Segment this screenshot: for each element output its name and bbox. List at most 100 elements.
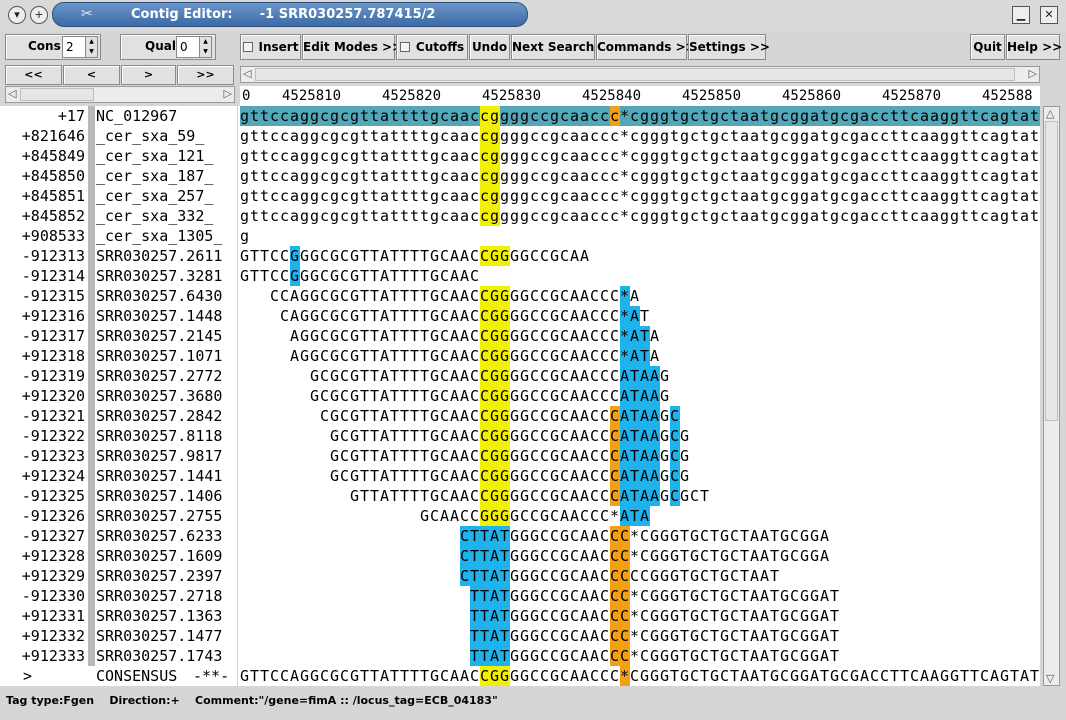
read-sequence[interactable]: GTTATTTTGCAACCGGGGCCGCAACCCATAAGCGCT [240,486,710,506]
cutoffs-toggle[interactable]: Cutoffs [396,34,468,60]
read-name[interactable]: _cer_sxa_332_ [96,206,213,226]
read-name-row[interactable]: +845849 _cer_sxa_121_ [0,146,237,166]
read-sequence[interactable]: T T A T G G G C C G C A A C C C * C G G G T G C T G C T A A T G C G G A T [240,586,840,606]
read-sequence[interactable]: A G G C G C G T T A T T T T G C A A C C G G G G C C G C A A C C C * A T A [240,326,660,346]
menu-icon[interactable]: ▾ [8,6,26,24]
read-sequence-row[interactable]: GCGTTATTTTGCAACCGGGGCCGCAACCCATAAGCG [238,426,1040,446]
read-name[interactable]: _cer_sxa_257_ [96,186,213,206]
reference-sequence-row[interactable]: g t t c c a g g c g c g t t a t t t t g c a a c c g g g g c c g c a a c c c * c… [238,106,1040,126]
commands-button[interactable]: Commands >> [596,34,696,60]
read-name-row[interactable]: +912320 SRR030257.3680 [0,386,237,406]
read-name-row[interactable]: +908533 _cer_sxa_1305_ [0,226,237,246]
read-sequence-row[interactable]: GTTATTTTGCAACCGGGGCCGCAACCCATAAGCGCT [238,486,1040,506]
horizontal-scroll-thumb[interactable] [255,68,1015,81]
read-sequence[interactable]: C T T A T G G G C C G C A A C C C * C G G G T G C T G C T A A T G C G G A [240,546,830,566]
read-name[interactable]: SRR030257.3680 [96,386,222,406]
read-name-row[interactable]: -912323 SRR030257.9817 [0,446,237,466]
read-sequence[interactable]: CTTATGGGCCGCAACCCCCGGGTGCTGCTAAT [240,566,780,586]
horizontal-scrollbar[interactable]: ◁ ▷ [240,66,1040,83]
read-name-row[interactable]: -912315 SRR030257.6430 [0,286,237,306]
read-sequence-row[interactable]: GCGCGTTATTTTGCAACCGGGGCCGCAACCCATAAG [238,386,1040,406]
panel-resize-handle[interactable] [1040,66,1060,83]
read-name-row[interactable]: +912316 SRR030257.1448 [0,306,237,326]
cons-stepper[interactable]: 2 ▲ ▼ [62,36,98,58]
read-sequence-row[interactable]: T T A T G G G C C G C A A C C C * C G G G T G C T G C T A A T G C G G A T [238,606,1040,626]
read-name[interactable]: NC_012967 [96,106,177,126]
read-sequence[interactable]: GTTCCGGGCGCGTTATTTTGCAAC [240,266,480,286]
read-name-row[interactable]: +845852 _cer_sxa_332_ [0,206,237,226]
first-button[interactable]: << [5,65,62,85]
settings-button[interactable]: Settings >> [688,34,770,60]
read-sequence-row[interactable]: GCGTTATTTTGCAACCGGGGCCGCAACCCATAAGCG [238,446,1040,466]
read-sequence-row[interactable]: C T T A T G G G C C G C A A C C C * C G G G T G C T G C T A A T G C G G A [238,546,1040,566]
read-name-row[interactable]: +912331 SRR030257.1363 [0,606,237,626]
scroll-down-icon[interactable]: ▽ [1046,672,1054,685]
read-sequence[interactable]: T T A T G G G C C G C A A C C C * C G G G T G C T G C T A A T G C G G A T [240,646,840,666]
read-name[interactable]: SRR030257.1406 [96,486,222,506]
read-sequence[interactable]: g t t c c a g g c g c g t t a t t t t g c a a c c g g g g c c g c a a c c c * c… [240,106,1040,126]
read-name-row[interactable]: -912330 SRR030257.2718 [0,586,237,606]
read-name[interactable]: SRR030257.2772 [96,366,222,386]
read-name-row[interactable]: +17 NC_012967 [0,106,237,126]
read-sequence-row[interactable]: GCGTTATTTTGCAACCGGGGCCGCAACCCATAAGCG [238,466,1040,486]
read-sequence[interactable]: GCGTTATTTTGCAACCGGGGCCGCAACCCATAAGCG [240,426,690,446]
read-name[interactable]: SRR030257.9817 [96,446,222,466]
read-name[interactable]: SRR030257.2397 [96,566,222,586]
read-name[interactable]: _cer_sxa_121_ [96,146,213,166]
read-sequence[interactable]: g t t c c a g g c g c g t t a t t t t g c a a c c g g g g c c g c a a c c c * c… [240,186,1040,206]
stepper-arrows-icon[interactable]: ▲ ▼ [85,37,97,57]
read-sequence-row[interactable]: GTTCCGGGCGCGTTATTTTGCAACCGGGGCCGCAA [238,246,1040,266]
vertical-scroll-thumb[interactable] [1045,121,1058,421]
read-name[interactable]: SRR030257.1477 [96,626,222,646]
edit-modes-button[interactable]: Edit Modes >> [302,34,402,60]
read-name[interactable]: SRR030257.3281 [96,266,222,286]
read-sequence[interactable]: T T A T G G G C C G C A A C C C * C G G G T G C T G C T A A T G C G G A T [240,626,840,646]
read-name[interactable]: _cer_sxa_59_ [96,126,204,146]
read-sequence-row[interactable]: g t t c c a g g c g c g t t a t t t t g c a a c c g g g g c c g c a a c c c * c… [238,186,1040,206]
read-sequence-row[interactable]: G C A A C C G G G G C C G C A A C C C * A T A [238,506,1040,526]
read-name-row[interactable]: +912333 SRR030257.1743 [0,646,237,666]
close-icon[interactable]: ✕ [1040,6,1058,24]
read-sequence[interactable]: CGCGTTATTTTGCAACCGGGGCCGCAACCCATAAGC [240,406,680,426]
help-button[interactable]: Help >> [1006,34,1062,60]
read-name-row[interactable]: -912321 SRR030257.2842 [0,406,237,426]
read-name-row[interactable]: +912328 SRR030257.1609 [0,546,237,566]
read-name[interactable]: SRR030257.6430 [96,286,222,306]
read-name-row[interactable]: +912318 SRR030257.1071 [0,346,237,366]
read-sequence[interactable]: T T A T G G G C C G C A A C C C * C G G G T G C T G C T A A T G C G G A T [240,606,840,626]
read-sequence[interactable]: GTTCCGGGCGCGTTATTTTGCAACCGGGGCCGCAA [240,246,590,266]
checkbox-icon[interactable] [399,42,410,52]
prev-button[interactable]: < [63,65,120,85]
read-sequence-row[interactable]: GCGCGTTATTTTGCAACCGGGGCCGCAACCCATAAG [238,366,1040,386]
scroll-right-icon[interactable]: ▷ [224,87,232,100]
read-sequence-row[interactable]: T T A T G G G C C G C A A C C C * C G G G T G C T G C T A A T G C G G A T [238,586,1040,606]
stepper-arrows-icon[interactable]: ▲ ▼ [199,37,211,57]
read-name-row[interactable]: -912326 SRR030257.2755 [0,506,237,526]
read-name[interactable]: SRR030257.1071 [96,346,222,366]
read-name[interactable]: SRR030257.2718 [96,586,222,606]
read-sequence[interactable]: C T T A T G G G C C G C A A C C C * C G G G T G C T G C T A A T G C G G A [240,526,830,546]
read-name-row[interactable]: -912313 SRR030257.2611 [0,246,237,266]
title-pill[interactable]: ✂ Contig Editor: -1 SRR030257.787415/2 [52,2,528,27]
read-name[interactable]: SRR030257.2611 [96,246,222,266]
read-name-row[interactable]: +845850 _cer_sxa_187_ [0,166,237,186]
read-name[interactable]: SRR030257.6233 [96,526,222,546]
qual-stepper[interactable]: 0 ▲ ▼ [176,36,212,58]
read-sequence[interactable]: g [240,226,250,246]
read-sequence-row[interactable]: CTTATGGGCCGCAACCCCCGGGTGCTGCTAAT [238,566,1040,586]
read-name[interactable]: SRR030257.1448 [96,306,222,326]
undo-button[interactable]: Undo [469,34,510,60]
read-sequence[interactable]: GCGTTATTTTGCAACCGGGGCCGCAACCCATAAGCG [240,446,690,466]
name-scroll-thumb[interactable] [20,88,94,101]
read-name[interactable]: SRR030257.1441 [96,466,222,486]
last-button[interactable]: >> [177,65,234,85]
name-scrollbar[interactable]: ◁ ▷ [5,86,235,103]
read-name-row[interactable]: +912329 SRR030257.2397 [0,566,237,586]
read-name-row[interactable]: -912314 SRR030257.3281 [0,266,237,286]
read-name[interactable]: SRR030257.2755 [96,506,222,526]
read-sequence[interactable]: C C A G G C G C G T T A T T T T G C A A C C G G G G C C G C A A C C C * A [240,286,640,306]
checkbox-icon[interactable] [242,42,253,52]
scroll-up-icon[interactable]: △ [1046,107,1054,120]
add-icon[interactable]: + [30,6,48,24]
read-name-row[interactable]: +845851 _cer_sxa_257_ [0,186,237,206]
